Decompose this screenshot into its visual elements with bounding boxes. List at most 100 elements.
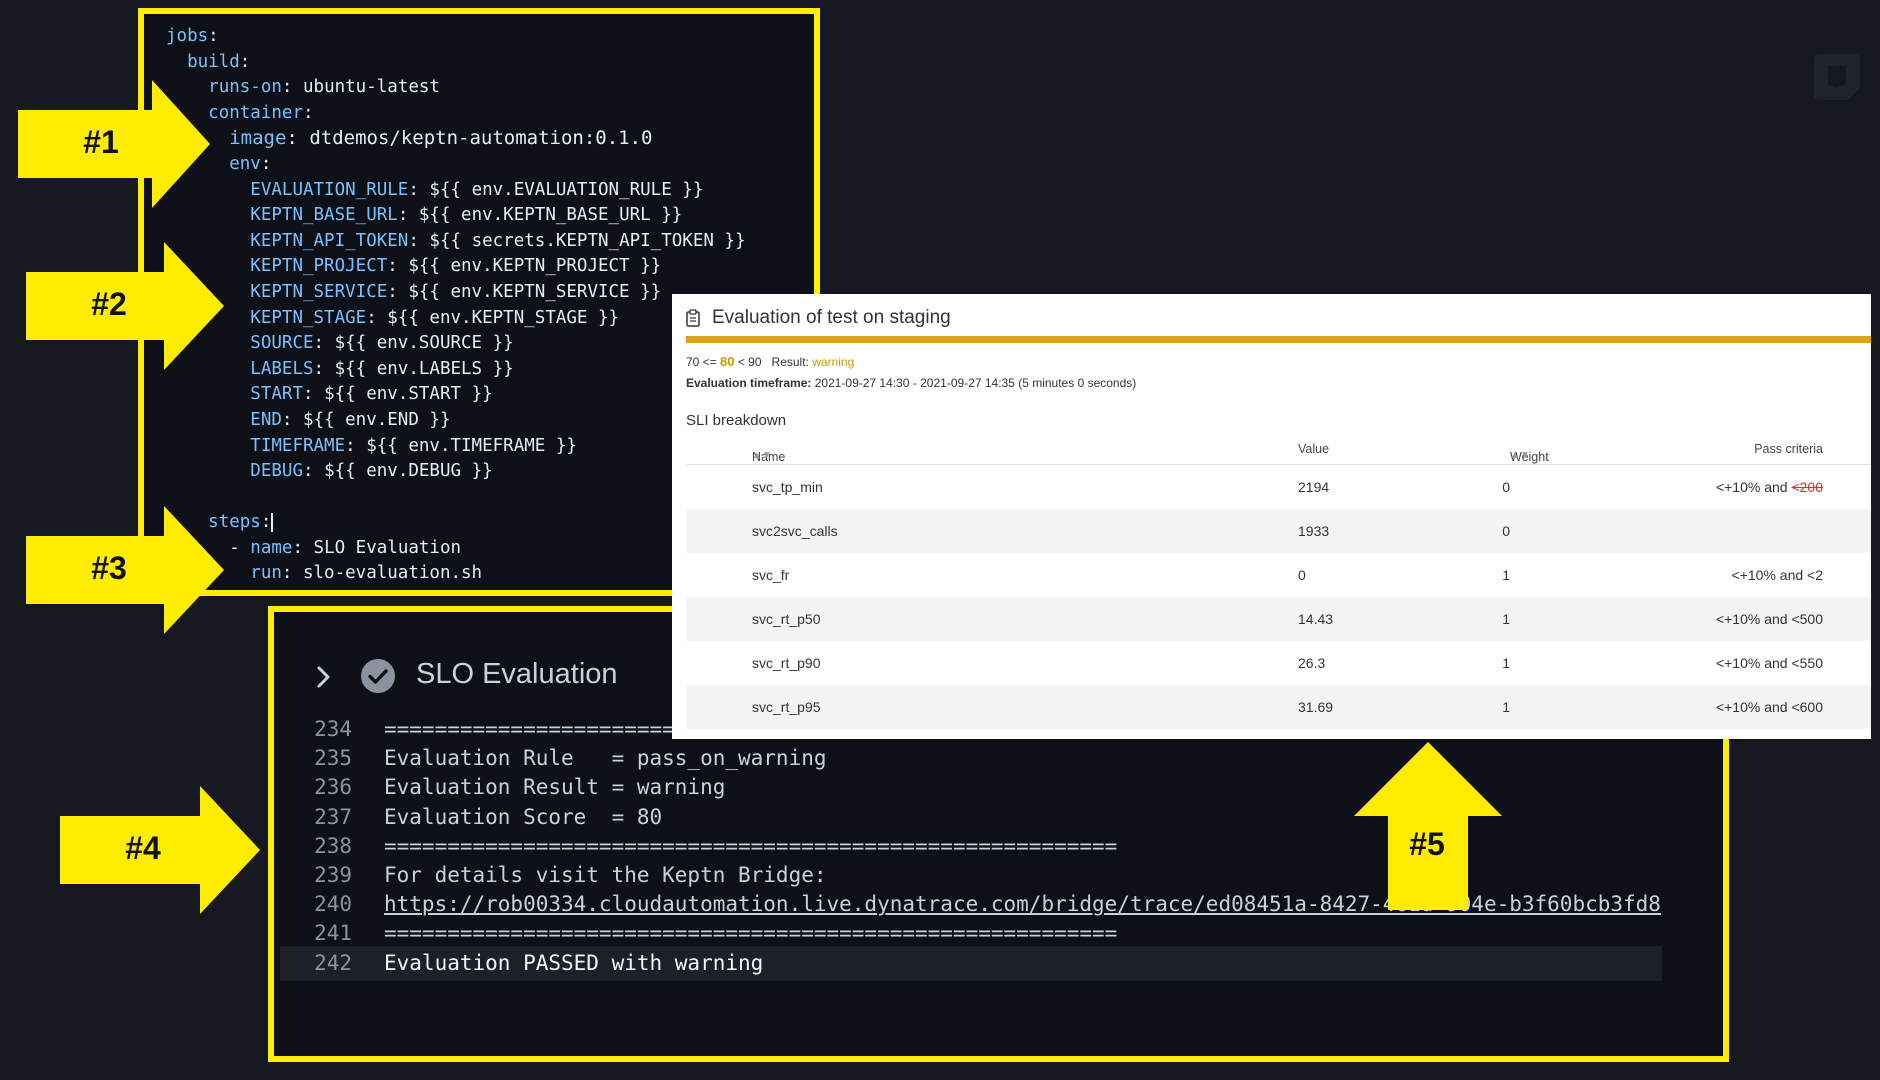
evaluation-title: Evaluation of test on staging <box>712 307 951 328</box>
pass-criteria-relative: <+10% and <box>1715 655 1792 671</box>
col-value-header: Value <box>1298 442 1330 456</box>
yaml-value: ${{ env.END }} <box>302 409 451 430</box>
sort-icon[interactable]: ▲▼ <box>752 450 772 461</box>
yaml-key: KEPTN_SERVICE <box>250 281 388 302</box>
yaml-value: ${{ env.TIMEFRAME }} <box>366 435 577 456</box>
sli-name: svc_rt_p50 <box>752 611 821 627</box>
yaml-separator: : <box>397 205 419 226</box>
chevron-right-icon[interactable] <box>314 664 334 690</box>
sli-value: 0 <box>1298 567 1306 583</box>
sli-name: svc_tp_min <box>752 479 823 495</box>
sli-table-row: svc_rt_p50 14.43 1 <+10% and <500 <box>686 597 1871 641</box>
yaml-key: LABELS <box>250 358 314 379</box>
yaml-line: EVALUATION_RULE: ${{ env.EVALUATION_RULE… <box>144 178 814 204</box>
yaml-separator: : <box>292 537 314 558</box>
yaml-line: KEPTN_BASE_URL: ${{ env.KEPTN_BASE_URL }… <box>144 203 814 229</box>
sort-icon[interactable]: ▲▼ <box>1510 450 1530 461</box>
dynatrace-logo-icon <box>1814 54 1860 100</box>
sli-pass-criteria: <+10% and <550 <box>1716 655 1823 671</box>
yaml-line: build: <box>144 50 814 76</box>
yaml-separator: : <box>302 461 325 482</box>
yaml-key: KEPTN_BASE_URL <box>250 205 398 226</box>
log-line: 242 Evaluation PASSED with warning <box>280 945 1662 981</box>
yaml-separator: : <box>387 256 409 277</box>
yaml-indent <box>166 436 250 456</box>
yaml-key: DEBUG <box>250 461 303 482</box>
yaml-key: jobs <box>166 26 209 46</box>
sli-table-row: svc2svc_calls 1933 0 <box>686 509 1871 553</box>
log-line-number[interactable]: 242 <box>280 946 352 981</box>
callout-label-1: #1 <box>83 124 119 160</box>
yaml-value: ${{ env.KEPTN_BASE_URL }} <box>418 205 683 226</box>
pass-criteria-relative: <+10% and <box>1715 479 1792 495</box>
yaml-line: KEPTN_API_TOKEN: ${{ secrets.KEPTN_API_T… <box>144 229 814 255</box>
yaml-separator: : <box>408 230 430 251</box>
sli-pass-criteria: <+10% and <2 <box>1732 567 1823 583</box>
sli-table-row: svc_rt_p90 26.3 1 <+10% and <550 <box>686 641 1871 685</box>
yaml-value: dtdemos/keptn-automation:0.1.0 <box>309 127 653 150</box>
clipboard-icon <box>686 309 700 327</box>
pass-criteria-relative: <+10% and <box>1731 567 1808 583</box>
yaml-value: ${{ env.KEPTN_PROJECT }} <box>408 256 662 277</box>
yaml-key: START <box>250 384 303 405</box>
yaml-key: KEPTN_PROJECT <box>250 256 388 277</box>
pass-criteria-absolute: <200 <box>1791 479 1823 495</box>
pass-criteria-absolute: <550 <box>1791 655 1823 671</box>
sli-name: svc_rt_p95 <box>752 699 821 715</box>
yaml-separator: : <box>366 307 388 328</box>
card-title-row: Evaluation of test on staging <box>686 306 951 330</box>
yaml-value: ${{ env.DEBUG }} <box>324 461 493 482</box>
job-step-title: SLO Evaluation <box>416 658 618 690</box>
sli-table-row: svc_fr 0 1 <+10% and <2 <box>686 553 1871 597</box>
sli-pass-criteria: <+10% and <500 <box>1716 611 1823 627</box>
yaml-separator: : <box>313 358 335 379</box>
sli-name: svc2svc_calls <box>752 523 838 539</box>
pass-criteria-relative: <+10% and <box>1715 699 1792 715</box>
yaml-separator: : <box>286 127 310 150</box>
yaml-separator: : <box>281 563 303 584</box>
pass-criteria-absolute: <500 <box>1791 611 1823 627</box>
sli-weight: 1 <box>1502 699 1510 715</box>
timeframe-line: Evaluation timeframe: 2021-09-27 14:30 -… <box>686 376 1136 390</box>
yaml-key: runs-on <box>208 77 282 98</box>
text-cursor <box>271 512 274 532</box>
yaml-separator: : <box>281 77 303 98</box>
sli-table-header: Name ▲▼ Value Weight ▲▼ Pass criteria <box>686 434 1871 465</box>
score-suffix: < 90 <box>734 355 762 369</box>
yaml-value: SLO Evaluation <box>313 537 462 558</box>
yaml-key: env <box>229 153 261 174</box>
yaml-separator: : <box>260 512 272 533</box>
sli-weight: 0 <box>1502 479 1510 495</box>
sli-pass-criteria: <+10% and <600 <box>1716 699 1823 715</box>
yaml-value: ${{ env.EVALUATION_RULE }} <box>429 179 704 200</box>
yaml-line: env: <box>144 152 814 178</box>
score-prefix: 70 <= <box>686 355 721 369</box>
check-circle-icon <box>361 659 395 693</box>
yaml-indent <box>166 384 250 404</box>
yaml-line: container: <box>144 101 814 127</box>
sli-pass-criteria: <+10% and <200 <box>1716 479 1823 495</box>
yaml-key: KEPTN_API_TOKEN <box>250 230 409 251</box>
yaml-key: SOURCE <box>250 333 314 354</box>
sli-value: 2194 <box>1298 479 1330 495</box>
sli-table-row: svc_tp_min 2194 0 <+10% and <200 <box>686 465 1871 509</box>
timeframe-value: 2021-09-27 14:30 - 2021-09-27 14:35 (5 m… <box>814 376 1137 390</box>
yaml-value: ${{ env.KEPTN_STAGE }} <box>387 307 620 328</box>
sli-table: Name ▲▼ Value Weight ▲▼ Pass criteria sv… <box>686 434 1871 729</box>
sli-table-row: svc_rt_p95 31.69 1 <+10% and <600 <box>686 685 1871 729</box>
result-value: warning <box>812 355 855 369</box>
evaluation-status-bar <box>686 336 1871 343</box>
yaml-value: ${{ env.KEPTN_SERVICE }} <box>408 281 662 302</box>
yaml-separator: : <box>313 333 335 354</box>
yaml-separator: : <box>208 26 219 46</box>
yaml-key: build <box>187 51 240 72</box>
yaml-key: name <box>250 537 293 558</box>
yaml-value: ubuntu-latest <box>303 77 440 98</box>
callout-label-3: #3 <box>91 550 127 586</box>
sli-value: 1933 <box>1298 523 1330 539</box>
yaml-line: runs-on: ubuntu-latest <box>144 75 814 101</box>
col-pass-header: Pass criteria <box>1754 442 1823 456</box>
sli-value: 26.3 <box>1298 655 1326 671</box>
yaml-key: TIMEFRAME <box>250 435 346 456</box>
sli-weight: 1 <box>1502 655 1510 671</box>
